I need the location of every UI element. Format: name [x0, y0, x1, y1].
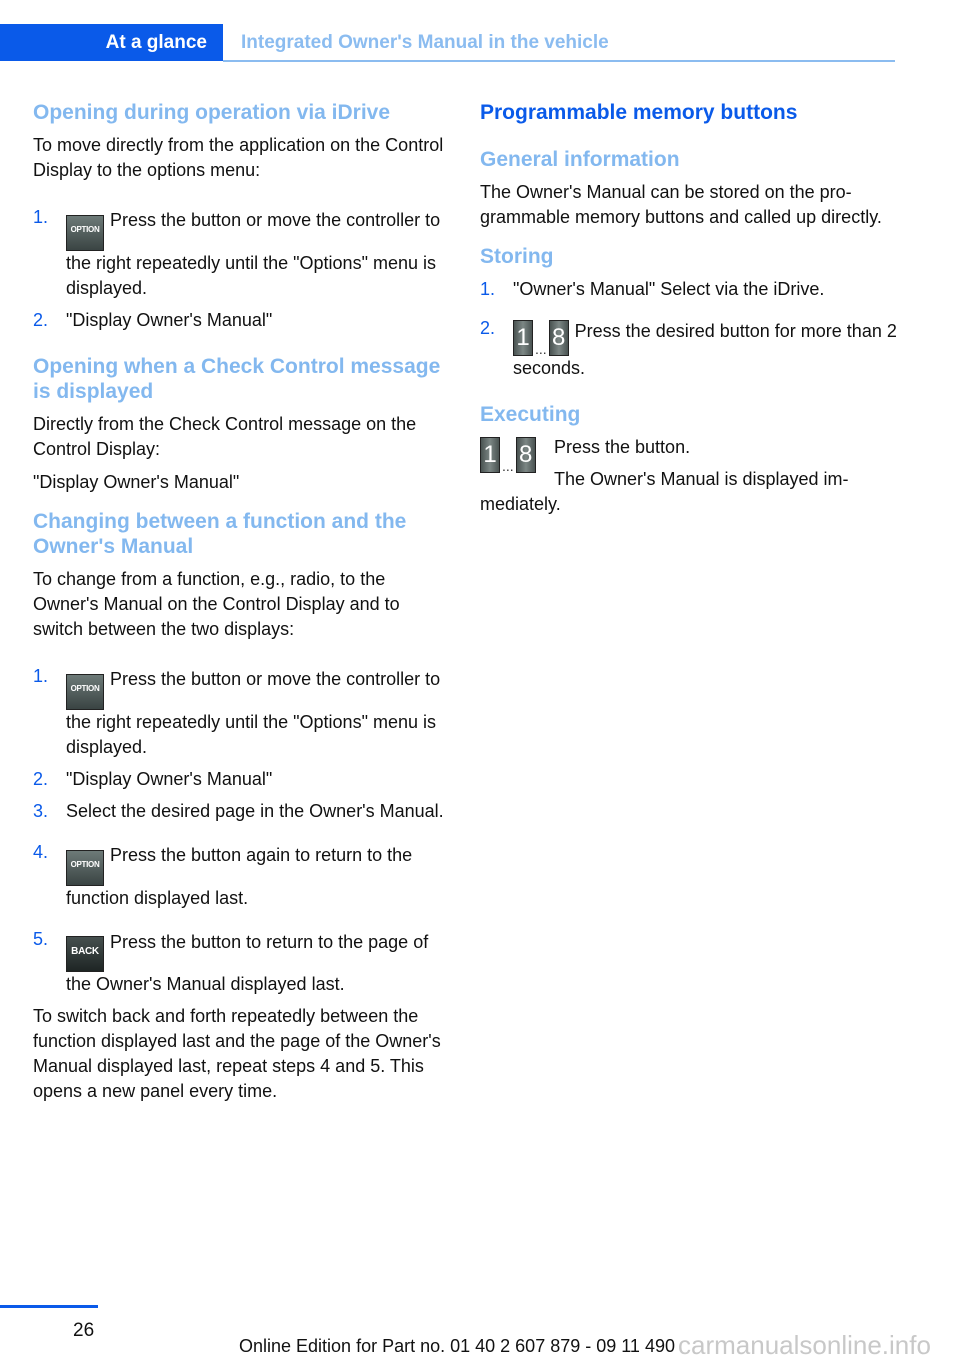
step-number: 2. — [480, 318, 496, 338]
list-item: 2. "Display Owner's Manual" — [33, 767, 453, 792]
step-number: 2. — [33, 310, 49, 330]
memory-buttons-icon: 1 ... 8 — [480, 437, 536, 473]
memory-button-1-icon: 1 — [513, 320, 533, 356]
step-text: "Owner's Manual" Select via the iDrive. — [513, 279, 825, 299]
paragraph: The Owner's Manual is displayed im- — [554, 469, 849, 489]
step-text: Press the button or move the controller … — [66, 210, 441, 298]
list-item: 1. OPTION Press the button or move the co… — [33, 205, 453, 301]
paragraph: To move directly from the application on… — [33, 135, 444, 180]
executing-block: 1 ... 8 Press the button. The Owner's Ma… — [480, 435, 900, 517]
step-number: 1. — [33, 207, 49, 227]
paragraph: mediately. — [480, 494, 561, 514]
section-tab[interactable]: At a glance — [0, 24, 223, 61]
list-item: 3. Select the desired page in the Owner'… — [33, 799, 453, 824]
page-number: 26 — [73, 1320, 95, 1341]
step-number: 3. — [33, 801, 49, 821]
memory-button-8-icon: 8 — [515, 437, 536, 473]
list-item: 4. OPTION Press the button again to retur… — [33, 840, 453, 911]
main-heading: Programmable memory buttons — [480, 101, 798, 124]
paragraph: The Owner's Manual can be stored on the … — [480, 182, 882, 227]
footer-divider — [0, 1305, 98, 1308]
step-number: 1. — [480, 279, 496, 299]
option-button-icon: OPTION — [66, 850, 104, 886]
paragraph: "Display Owner's Manual" — [33, 472, 240, 492]
step-number: 2. — [33, 769, 49, 789]
steps-list: 1. OPTION Press the button or move the co… — [33, 664, 453, 997]
paragraph: Directly from the Check Control message … — [33, 414, 417, 459]
ellipsis: ... — [502, 458, 514, 474]
left-column: Opening during operation via iDrive To m… — [33, 100, 453, 1104]
back-button-icon: BACK — [66, 936, 104, 972]
section-heading-check-control: Opening when a Check Control message is … — [33, 355, 441, 403]
step-number: 5. — [33, 929, 49, 949]
ellipsis: ... — [535, 341, 547, 357]
step-text: Press the desired button for more than 2… — [513, 321, 897, 378]
paragraph: To switch back and forth repeatedly betw… — [33, 1006, 441, 1101]
step-text: Press the button or move the controller … — [66, 669, 441, 757]
section-heading-executing: Executing — [480, 403, 581, 426]
list-item: 2. "Display Owner's Manual" — [33, 308, 453, 333]
memory-buttons-icon: 1 ... 8 — [513, 320, 569, 356]
step-text: "Display Owner's Manual" — [66, 310, 273, 330]
step-text: "Display Owner's Manual" — [66, 769, 273, 789]
paragraph: Press the button. — [554, 437, 691, 457]
list-item: 1. OPTION Press the button or move the co… — [33, 664, 453, 760]
section-heading-storing: Storing — [480, 245, 554, 268]
memory-button-8-icon: 8 — [548, 320, 569, 356]
step-number: 4. — [33, 842, 49, 862]
header-divider — [223, 60, 895, 62]
option-button-icon: OPTION — [66, 215, 104, 251]
right-column: Programmable memory buttons General info… — [480, 100, 900, 517]
section-heading-changing: Changing between a function and the Owne… — [33, 510, 407, 558]
step-text: Press the button to return to the page o… — [66, 932, 429, 994]
watermark: carmanualsonline.info — [678, 1330, 931, 1360]
section-heading-idrive: Opening during operation via iDrive — [33, 101, 391, 124]
step-text: Press the button again to return to the … — [66, 845, 413, 908]
list-item: 2. 1 ... 8 Press the desired button for … — [480, 316, 900, 381]
memory-button-1-icon: 1 — [480, 437, 500, 473]
list-item: 5. BACK Press the button to return to the… — [33, 927, 453, 997]
section-heading-general: General information — [480, 148, 680, 171]
list-item: 1. "Owner's Manual" Select via the iDriv… — [480, 277, 900, 302]
option-button-icon: OPTION — [66, 674, 104, 710]
page-header: At a glance Integrated Owner's Manual in… — [0, 24, 895, 62]
paragraph: To change from a function, e.g., radio, … — [33, 569, 400, 639]
step-text: Select the desired page in the Owner's M… — [66, 801, 444, 821]
edition-text: Online Edition for Part no. 01 40 2 607 … — [239, 1336, 675, 1356]
steps-list: 1. "Owner's Manual" Select via the iDriv… — [480, 277, 900, 381]
chapter-title[interactable]: Integrated Owner's Manual in the vehicle — [241, 24, 609, 61]
step-number: 1. — [33, 666, 49, 686]
steps-list: 1. OPTION Press the button or move the co… — [33, 205, 453, 333]
